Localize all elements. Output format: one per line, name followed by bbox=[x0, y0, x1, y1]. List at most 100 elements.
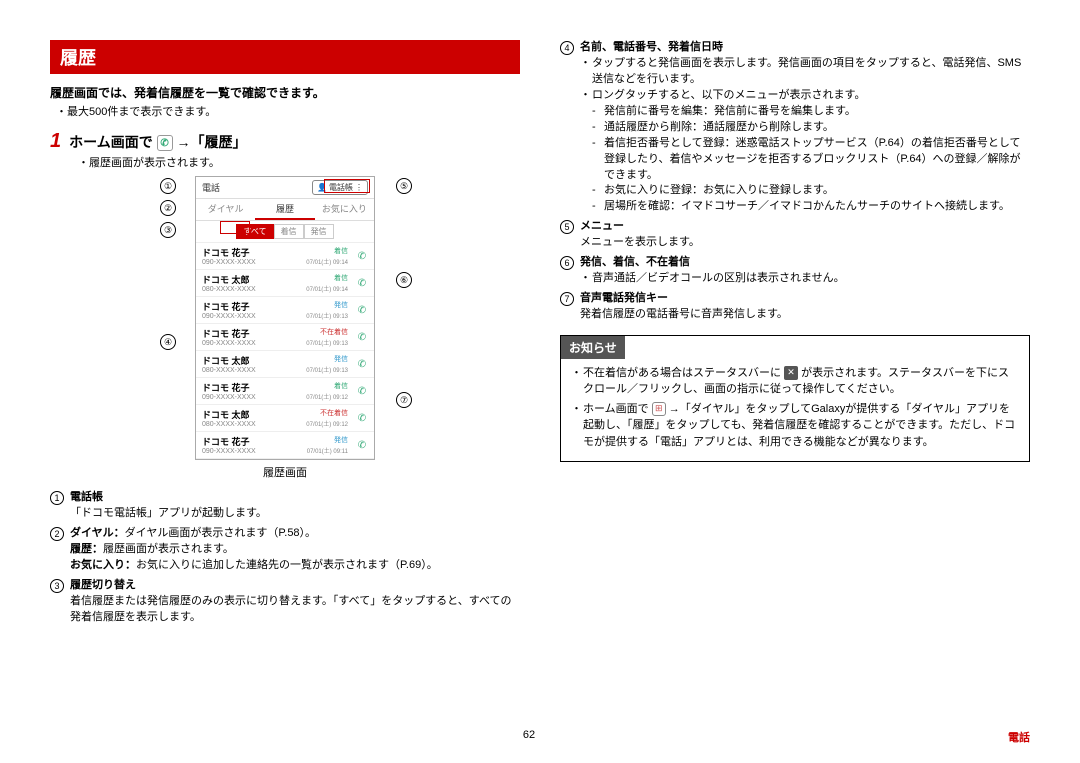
notice-heading: お知らせ bbox=[561, 336, 625, 359]
tab-favorites[interactable]: お気に入り bbox=[315, 199, 374, 220]
notice-item: 不在着信がある場合はステータスバーに ✕ が表示されます。ステータスバーを下にス… bbox=[571, 365, 1019, 398]
right-column: 4 名前、電話番号、発着信日時タップすると発信画面を表示します。発信画面の項目を… bbox=[560, 40, 1030, 630]
call-button[interactable]: ✆ bbox=[355, 330, 369, 344]
phone-caption: 履歴画面 bbox=[50, 464, 520, 480]
call-button[interactable]: ✆ bbox=[355, 276, 369, 290]
callout-2: ② bbox=[160, 200, 176, 216]
step-1: 1 ホーム画面で ✆ →「履歴」 bbox=[50, 131, 520, 152]
phone-app-icon: ✆ bbox=[157, 135, 173, 151]
history-row[interactable]: ドコモ 花子 090-XXXX-XXXX 不在着信 07/01(土) 09:13… bbox=[196, 324, 374, 351]
footer-section: 電話 bbox=[1008, 729, 1030, 745]
call-button[interactable]: ✆ bbox=[355, 411, 369, 425]
missed-call-icon: ✕ bbox=[784, 366, 798, 380]
desc-body: 履歴切り替え着信履歴または発信履歴のみの表示に切り替えます。「すべて」をタップす… bbox=[70, 578, 520, 626]
phone-contacts-label: 電話帳 bbox=[329, 182, 353, 193]
intro-headline: 履歴画面では、発着信履歴を一覧で確認できます。 bbox=[50, 84, 520, 101]
call-type-tag: 不在着信 bbox=[320, 327, 348, 337]
call-type-tag: 着信 bbox=[334, 381, 348, 391]
filter-incoming[interactable]: 着信 bbox=[274, 224, 304, 239]
call-time: 07/01(土) 09:13 bbox=[306, 338, 348, 347]
callout-5: ⑤ bbox=[396, 178, 412, 194]
phone-tabs: ダイヤル 履歴 お気に入り bbox=[196, 198, 374, 221]
desc-number: 3 bbox=[50, 579, 64, 593]
call-type-tag: 不在着信 bbox=[320, 408, 348, 418]
descriptions-right: 4 名前、電話番号、発着信日時タップすると発信画面を表示します。発信画面の項目を… bbox=[560, 40, 1030, 323]
step-text: ホーム画面で ✆ →「履歴」 bbox=[69, 132, 246, 152]
call-type-tag: 発信 bbox=[334, 300, 348, 310]
phone-history-list: ドコモ 花子 090-XXXX-XXXX 着信 07/01(土) 09:14 ✆… bbox=[196, 243, 374, 459]
call-time: 07/01(土) 09:12 bbox=[306, 392, 348, 401]
callout-3: ③ bbox=[160, 222, 176, 238]
description-item: 7 音声電話発信キー発着信履歴の電話番号に音声発信します。 bbox=[560, 291, 1030, 323]
step-prefix: ホーム画面で bbox=[69, 134, 153, 150]
call-type-tag: 発信 bbox=[334, 354, 348, 364]
intro-sub-text: 最大500件まで表示できます。 bbox=[67, 106, 216, 118]
desc-body: メニューメニューを表示します。 bbox=[580, 219, 1030, 251]
left-column: 履歴 履歴画面では、発着信履歴を一覧で確認できます。 ・最大500件まで表示でき… bbox=[50, 40, 520, 630]
page-footer: 62 電話 bbox=[0, 729, 1080, 745]
step-sub: ・履歴画面が表示されます。 bbox=[78, 154, 520, 170]
step-sub-text: 履歴画面が表示されます。 bbox=[89, 157, 220, 169]
phone-screen: 電話 👤電話帳 ⋮ ダイヤル 履歴 お気に入り すべて 着信 発信 ドコモ 花子… bbox=[195, 176, 375, 460]
callout-4: ④ bbox=[160, 334, 176, 350]
call-button[interactable]: ✆ bbox=[355, 384, 369, 398]
notice-box: お知らせ 不在着信がある場合はステータスバーに ✕ が表示されます。ステータスバ… bbox=[560, 335, 1030, 463]
phone-filters: すべて 着信 発信 bbox=[196, 221, 374, 243]
description-item: 2 ダイヤル：ダイヤル画面が表示されます（P.58）。履歴：履歴画面が表示されま… bbox=[50, 526, 520, 574]
step-number: 1 bbox=[50, 131, 61, 151]
desc-number: 7 bbox=[560, 292, 574, 306]
page-number: 62 bbox=[523, 729, 535, 745]
call-type-tag: 発信 bbox=[334, 435, 348, 445]
tab-history[interactable]: 履歴 bbox=[255, 199, 314, 220]
call-time: 07/01(土) 09:11 bbox=[307, 446, 348, 455]
call-button[interactable]: ✆ bbox=[355, 249, 369, 263]
section-title: 履歴 bbox=[50, 40, 520, 74]
history-row[interactable]: ドコモ 花子 090-XXXX-XXXX 発信 07/01(土) 09:11 ✆ bbox=[196, 432, 374, 459]
menu-dots-icon: ⋮ bbox=[355, 183, 363, 192]
description-item: 1 電話帳「ドコモ電話帳」アプリが起動します。 bbox=[50, 490, 520, 522]
desc-number: 1 bbox=[50, 491, 64, 505]
description-item: 5 メニューメニューを表示します。 bbox=[560, 219, 1030, 251]
notice-list: 不在着信がある場合はステータスバーに ✕ が表示されます。ステータスバーを下にス… bbox=[561, 359, 1029, 462]
callout-6: ⑥ bbox=[396, 272, 412, 288]
phone-contacts-button[interactable]: 👤電話帳 ⋮ bbox=[312, 180, 368, 195]
desc-body: 電話帳「ドコモ電話帳」アプリが起動します。 bbox=[70, 490, 520, 522]
page-columns: 履歴 履歴画面では、発着信履歴を一覧で確認できます。 ・最大500件まで表示でき… bbox=[50, 40, 1030, 630]
intro-sub: ・最大500件まで表示できます。 bbox=[56, 103, 520, 119]
call-time: 07/01(土) 09:12 bbox=[306, 419, 348, 428]
call-type-tag: 着信 bbox=[334, 273, 348, 283]
phone-mockup-wrap: ① ② ③ ④ ⑤ ⑥ ⑦ 電話 👤電話帳 ⋮ ダイヤル 履歴 お気に入り bbox=[50, 176, 520, 460]
step-suffix: →「履歴」 bbox=[177, 134, 247, 150]
call-type-tag: 着信 bbox=[334, 246, 348, 256]
call-time: 07/01(土) 09:14 bbox=[306, 257, 348, 266]
contacts-icon: 👤 bbox=[317, 183, 327, 192]
desc-number: 4 bbox=[560, 41, 574, 55]
call-time: 07/01(土) 09:14 bbox=[306, 284, 348, 293]
history-row[interactable]: ドコモ 太郎 080-XXXX-XXXX 不在着信 07/01(土) 09:12… bbox=[196, 405, 374, 432]
history-row[interactable]: ドコモ 太郎 080-XXXX-XXXX 発信 07/01(土) 09:13 ✆ bbox=[196, 351, 374, 378]
history-row[interactable]: ドコモ 花子 090-XXXX-XXXX 発信 07/01(土) 09:13 ✆ bbox=[196, 297, 374, 324]
desc-body: ダイヤル：ダイヤル画面が表示されます（P.58）。履歴：履歴画面が表示されます。… bbox=[70, 526, 520, 574]
descriptions-left: 1 電話帳「ドコモ電話帳」アプリが起動します。 2 ダイヤル：ダイヤル画面が表示さ… bbox=[50, 490, 520, 626]
call-button[interactable]: ✆ bbox=[355, 438, 369, 452]
phone-header: 電話 👤電話帳 ⋮ bbox=[196, 177, 374, 198]
tab-dial[interactable]: ダイヤル bbox=[196, 199, 255, 220]
description-item: 4 名前、電話番号、発着信日時タップすると発信画面を表示します。発信画面の項目を… bbox=[560, 40, 1030, 215]
description-item: 3 履歴切り替え着信履歴または発信履歴のみの表示に切り替えます。「すべて」をタッ… bbox=[50, 578, 520, 626]
call-time: 07/01(土) 09:13 bbox=[306, 365, 348, 374]
filter-outgoing[interactable]: 発信 bbox=[304, 224, 334, 239]
desc-number: 5 bbox=[560, 220, 574, 234]
desc-number: 2 bbox=[50, 527, 64, 541]
filter-all[interactable]: すべて bbox=[236, 224, 273, 239]
desc-body: 発信、着信、不在着信音声通話／ビデオコールの区別は表示されません。 bbox=[580, 255, 1030, 287]
call-button[interactable]: ✆ bbox=[355, 357, 369, 371]
desc-number: 6 bbox=[560, 256, 574, 270]
history-row[interactable]: ドコモ 花子 090-XXXX-XXXX 着信 07/01(土) 09:12 ✆ bbox=[196, 378, 374, 405]
desc-body: 名前、電話番号、発着信日時タップすると発信画面を表示します。発信画面の項目をタッ… bbox=[580, 40, 1030, 215]
call-button[interactable]: ✆ bbox=[355, 303, 369, 317]
callout-1: ① bbox=[160, 178, 176, 194]
phone-header-title: 電話 bbox=[202, 181, 220, 194]
history-row[interactable]: ドコモ 花子 090-XXXX-XXXX 着信 07/01(土) 09:14 ✆ bbox=[196, 243, 374, 270]
history-row[interactable]: ドコモ 太郎 080-XXXX-XXXX 着信 07/01(土) 09:14 ✆ bbox=[196, 270, 374, 297]
desc-body: 音声電話発信キー発着信履歴の電話番号に音声発信します。 bbox=[580, 291, 1030, 323]
